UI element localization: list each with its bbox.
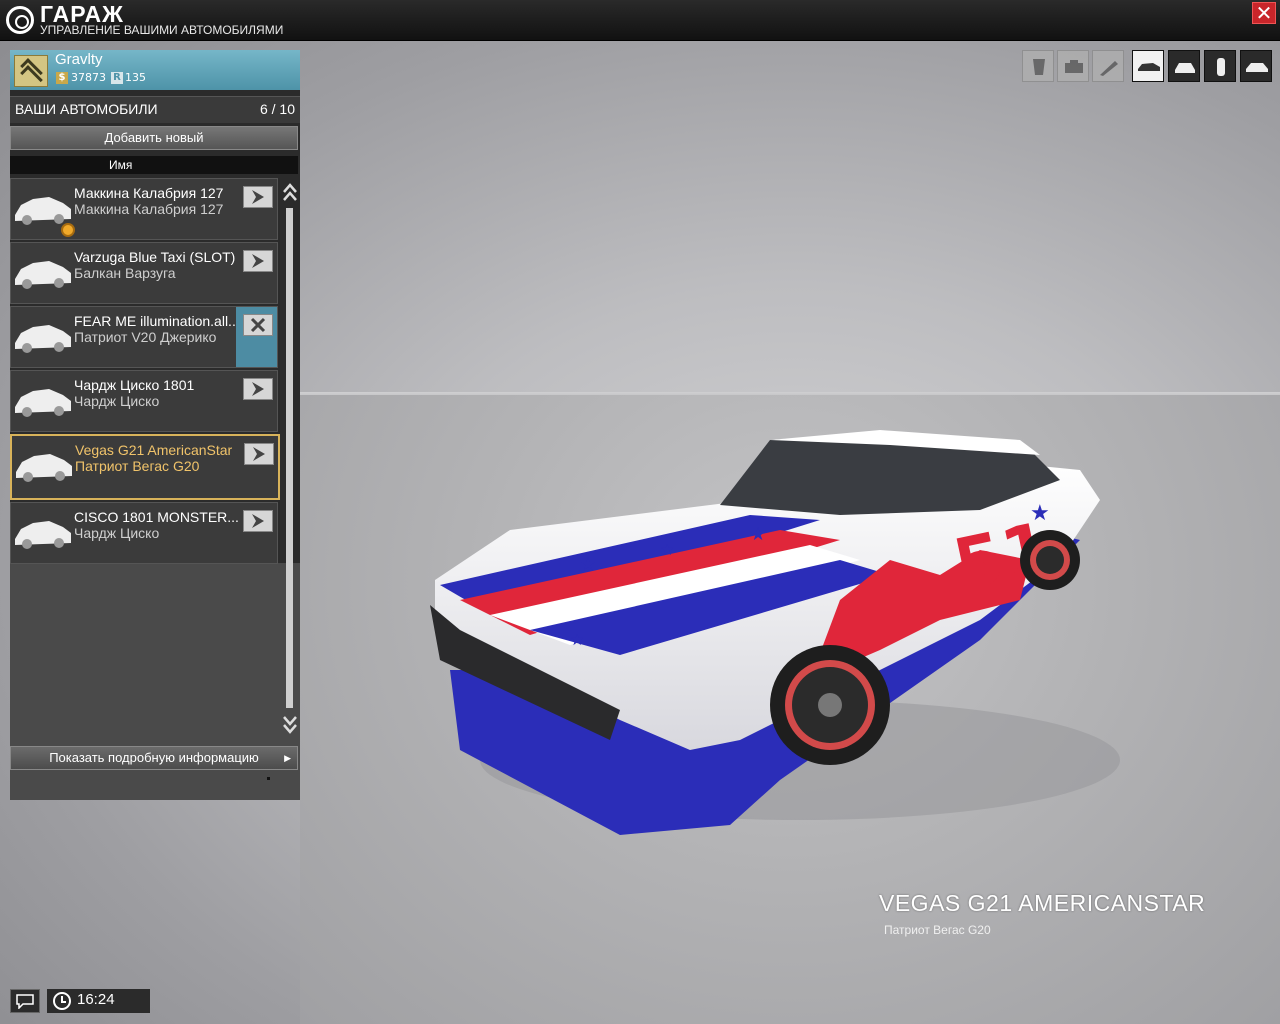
clock: 16:24 <box>47 989 150 1013</box>
column-header-name[interactable]: Имя <box>10 156 298 174</box>
money-icon: $ <box>56 72 68 84</box>
car-front-icon <box>1175 63 1195 73</box>
car-side-icon <box>1138 63 1160 71</box>
tuning-toolbar <box>1022 50 1126 82</box>
scrollbar-track[interactable] <box>286 208 293 708</box>
player-reputation: 135 <box>125 71 146 84</box>
car-name: Varzuga Blue Taxi (SLOT) <box>74 249 236 265</box>
chat-button[interactable] <box>10 989 40 1013</box>
car-list-item[interactable]: Чардж Циско 1801 Чардж Циско <box>10 370 278 432</box>
car-list-item-selected[interactable]: Vegas G21 AmericanStar Патриот Вегас G20 <box>10 434 280 500</box>
gear-icon <box>61 223 75 237</box>
reputation-icon: R <box>111 72 123 84</box>
arrow-right-icon <box>252 190 264 204</box>
car-list-scrollbar[interactable] <box>280 180 300 740</box>
arrow-right-icon <box>252 514 264 528</box>
player-money: 37873 <box>71 71 106 84</box>
show-details-button[interactable]: Показать подробную информацию ▶ <box>10 746 298 770</box>
svg-text:★: ★ <box>660 540 674 559</box>
car-model: Балкан Варзуга <box>74 265 176 281</box>
car-thumbnail-icon <box>15 389 71 417</box>
svg-text:★: ★ <box>1030 501 1050 526</box>
car-name: Чардж Циско 1801 <box>74 377 195 393</box>
view-front-button[interactable] <box>1168 50 1200 82</box>
player-name: Gravlty <box>55 51 103 68</box>
engine-icon <box>1065 60 1083 73</box>
column-header-label: Имя <box>109 158 133 172</box>
add-car-button[interactable]: Добавить новый <box>10 126 298 150</box>
wheel-icon <box>6 6 34 34</box>
car-rear-icon <box>1246 63 1268 72</box>
view-top-button[interactable] <box>1204 50 1236 82</box>
car-list-item[interactable]: Varzuga Blue Taxi (SLOT) Балкан Варзуга <box>10 242 278 304</box>
svg-text:★: ★ <box>570 630 584 649</box>
arrow-right-icon <box>252 254 264 268</box>
cars-header-label: ВАШИ АВТОМОБИЛИ <box>15 101 158 117</box>
car-list: Маккина Калабрия 127 Маккина Калабрия 12… <box>10 178 280 564</box>
car-render-image: 51 ★ ★ ★ ★ ★ <box>430 430 1120 835</box>
clock-icon <box>53 992 71 1010</box>
car-name: Маккина Калабрия 127 <box>74 185 224 201</box>
select-car-button[interactable] <box>243 378 273 400</box>
select-car-button[interactable] <box>243 186 273 208</box>
car-model: Чардж Циско <box>74 525 160 541</box>
view-side-button[interactable] <box>1132 50 1164 82</box>
car-model: Патриот Вегас G20 <box>75 458 200 474</box>
svg-text:★: ★ <box>580 554 596 575</box>
car-name: Vegas G21 AmericanStar <box>75 442 233 458</box>
engine-button[interactable] <box>1057 50 1089 82</box>
remove-car-button[interactable] <box>243 314 273 336</box>
selected-car-title: VEGAS G21 AMERICANSTAR <box>879 890 1206 916</box>
car-name: FEAR ME illumination.all... <box>74 313 240 329</box>
horn-icon <box>1100 61 1118 76</box>
view-rear-button[interactable] <box>1240 50 1272 82</box>
car-thumbnail-icon <box>15 261 71 289</box>
paint-button[interactable] <box>1022 50 1054 82</box>
car-list-item[interactable]: CISCO 1801 MONSTER... Чардж Циско <box>10 502 278 564</box>
paint-icon <box>1033 59 1045 75</box>
car-model: Маккина Калабрия 127 <box>74 201 224 217</box>
select-car-button[interactable] <box>243 250 273 272</box>
cars-header: ВАШИ АВТОМОБИЛИ 6 / 10 <box>10 96 300 123</box>
divider-dot <box>267 777 270 780</box>
page-subtitle: УПРАВЛЕНИЕ ВАШИМИ АВТОМОБИЛЯМИ <box>40 23 284 37</box>
car-thumbnail-icon <box>15 325 71 353</box>
car-model: Патриот V20 Джерико <box>74 329 217 345</box>
horn-button[interactable] <box>1092 50 1124 82</box>
car-thumbnail-icon <box>15 521 71 549</box>
cars-count: 6 / 10 <box>259 101 295 117</box>
select-car-button[interactable] <box>244 443 274 465</box>
scroll-up-icon[interactable] <box>282 182 298 204</box>
rank-icon <box>14 55 48 87</box>
title-bar: ГАРАЖ УПРАВЛЕНИЕ ВАШИМИ АВТОМОБИЛЯМИ ✕ <box>0 0 1280 41</box>
car-name: CISCO 1801 MONSTER... <box>74 509 239 525</box>
player-card: Gravlty $ 37873 R 135 <box>10 50 300 90</box>
selected-car-model: Патриот Вегас G20 <box>884 923 991 937</box>
select-car-button[interactable] <box>243 510 273 532</box>
arrow-right-icon <box>252 382 264 396</box>
chat-icon <box>16 994 34 1009</box>
car-thumbnail-icon <box>16 454 72 482</box>
svg-text:★: ★ <box>750 524 766 545</box>
car-model: Чардж Циско <box>74 393 160 409</box>
camera-view-toolbar <box>1132 50 1272 82</box>
close-button[interactable]: ✕ <box>1252 2 1276 24</box>
scroll-down-icon[interactable] <box>282 713 298 735</box>
show-details-label: Показать подробную информацию <box>49 750 259 765</box>
car-top-icon <box>1217 58 1225 76</box>
clock-time: 16:24 <box>77 991 115 1008</box>
car-list-item[interactable]: FEAR ME illumination.all... Патриот V20 … <box>10 306 278 368</box>
close-icon <box>250 317 266 333</box>
arrow-right-icon <box>253 447 265 461</box>
car-list-item[interactable]: Маккина Калабрия 127 Маккина Калабрия 12… <box>10 178 278 240</box>
triangle-right-icon: ▶ <box>284 753 291 763</box>
